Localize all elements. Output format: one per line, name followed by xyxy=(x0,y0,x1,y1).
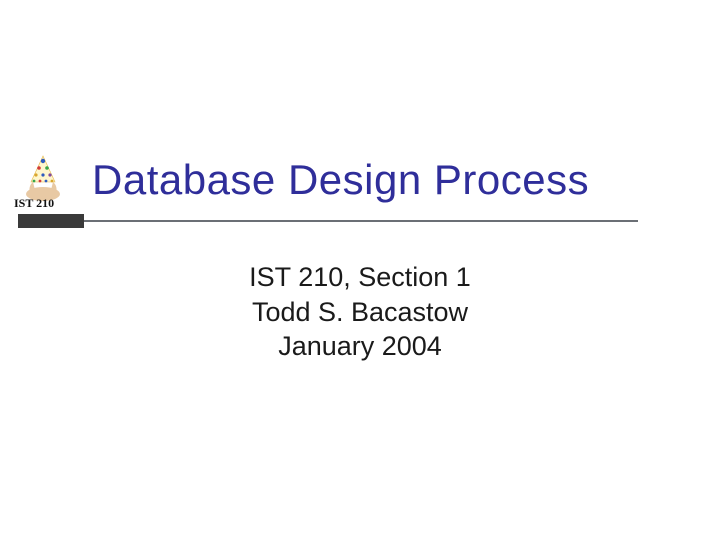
underline-line xyxy=(18,220,638,222)
slide-title: Database Design Process xyxy=(92,156,589,204)
underline-accent-bar xyxy=(18,214,84,228)
subtitle-line-course: IST 210, Section 1 xyxy=(0,260,720,295)
subtitle-line-author: Todd S. Bacastow xyxy=(0,295,720,330)
slide: IST 210 Database Design Process IST 210,… xyxy=(0,0,720,540)
course-logo-icon xyxy=(18,152,68,202)
slide-subtitle: IST 210, Section 1 Todd S. Bacastow Janu… xyxy=(0,260,720,364)
subtitle-line-date: January 2004 xyxy=(0,329,720,364)
logo-label: IST 210 xyxy=(14,196,54,211)
